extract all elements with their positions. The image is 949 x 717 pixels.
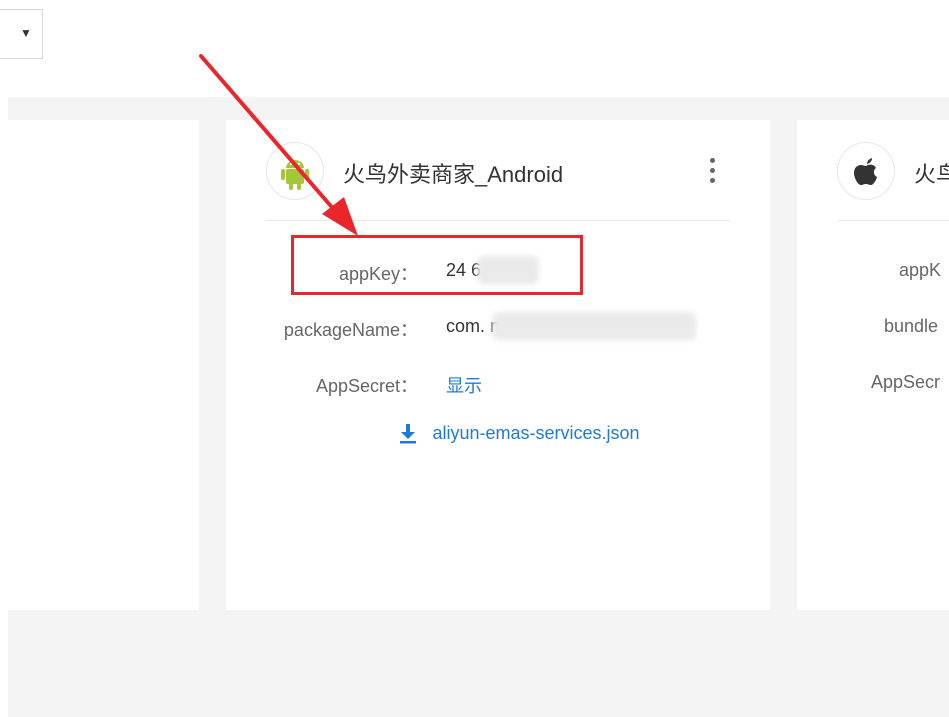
redaction-mask bbox=[492, 312, 696, 340]
app-title: 火鸟 bbox=[914, 162, 949, 187]
more-vertical-icon[interactable] bbox=[710, 158, 716, 184]
download-icon bbox=[400, 424, 416, 444]
packagename-label: packageName： bbox=[283, 320, 418, 340]
appkey-label: appK bbox=[899, 260, 942, 280]
appsecret-label: AppSecr bbox=[871, 372, 941, 392]
show-secret-link[interactable]: 显示 bbox=[446, 372, 482, 398]
platform-avatar bbox=[266, 142, 324, 200]
filter-dropdown[interactable]: ▼ bbox=[0, 9, 43, 59]
platform-avatar bbox=[837, 142, 895, 200]
android-icon bbox=[281, 160, 309, 190]
appkey-highlight-box bbox=[291, 235, 583, 295]
caret-down-icon: ▼ bbox=[20, 26, 32, 40]
app-card-left bbox=[8, 120, 199, 610]
top-toolbar: ▼ bbox=[0, 0, 949, 97]
app-card-android: 火鸟外卖商家_Android appKey： 24 6 packageName：… bbox=[226, 120, 770, 610]
apple-icon bbox=[854, 158, 877, 185]
bundle-label: bundle bbox=[884, 316, 939, 336]
card-divider bbox=[837, 220, 949, 221]
appsecret-label: AppSecret： bbox=[315, 376, 418, 396]
app-title: 火鸟外卖商家_Android bbox=[343, 162, 564, 187]
download-label: aliyun-emas-services.json bbox=[432, 422, 640, 443]
app-card-ios: 火鸟 appK bundle AppSecr bbox=[797, 120, 949, 610]
download-config-link[interactable]: aliyun-emas-services.json bbox=[398, 422, 640, 444]
card-divider bbox=[266, 220, 731, 221]
